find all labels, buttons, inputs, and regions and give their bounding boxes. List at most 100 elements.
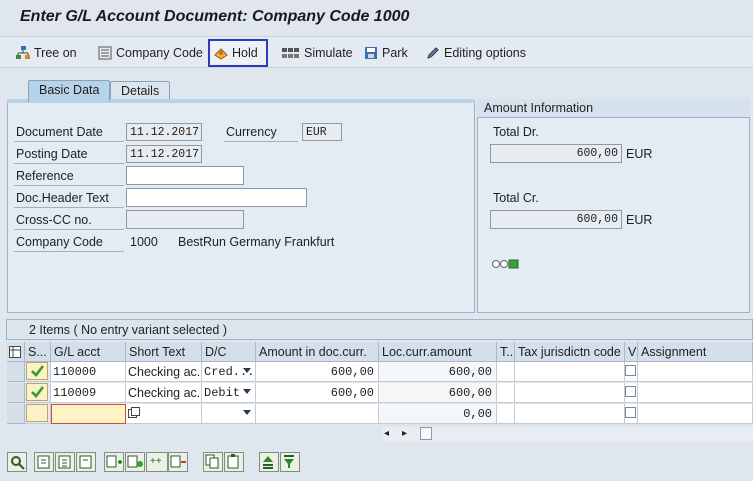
row-selector[interactable] <box>7 362 25 382</box>
v-cell <box>625 404 638 424</box>
posting-date-field[interactable]: 11.12.2017 <box>126 145 202 163</box>
checkbox[interactable] <box>625 407 636 418</box>
sort-ascending-icon[interactable] <box>259 452 279 472</box>
checkbox[interactable] <box>625 365 636 376</box>
assignment-cell[interactable] <box>638 362 753 382</box>
status-light-icon <box>492 259 522 274</box>
amount-doc-curr-cell[interactable] <box>256 404 379 424</box>
hold-icon <box>214 46 228 60</box>
tab-details[interactable]: Details <box>110 81 171 101</box>
dc-dropdown[interactable] <box>202 404 256 424</box>
amount-doc-curr-cell[interactable]: 600,00 <box>256 383 379 403</box>
column-header-tax-code[interactable]: T.. <box>497 342 515 362</box>
value-help-icon[interactable] <box>128 407 140 422</box>
column-header-amount-doc-curr[interactable]: Amount in doc.curr. <box>256 342 379 362</box>
column-header-assignment[interactable]: Assignment <box>638 342 753 362</box>
short-text-cell[interactable]: Checking ac... <box>126 362 202 382</box>
horizontal-scrollbar[interactable]: ◂ ▸ <box>382 427 753 441</box>
loc-curr-amount-cell: 0,00 <box>379 404 497 424</box>
table-row-status-cell <box>25 383 51 403</box>
tax-jurisdiction-cell[interactable] <box>515 362 625 382</box>
scroll-thumb[interactable] <box>420 427 432 440</box>
tax-code-cell[interactable] <box>497 362 515 382</box>
tax-code-cell[interactable] <box>497 404 515 424</box>
column-header-short-text[interactable]: Short Text <box>126 342 202 362</box>
checkbox[interactable] <box>625 386 636 397</box>
label-underline <box>14 207 124 208</box>
cross-cc-label: Cross-CC no. <box>16 213 92 227</box>
delete-row-icon[interactable] <box>168 452 188 472</box>
company-code-label: Company Code <box>16 235 103 249</box>
hold-button[interactable]: Hold <box>208 39 268 67</box>
insert-row-icon[interactable] <box>104 452 124 472</box>
select-all-icon[interactable] <box>34 452 54 472</box>
gl-acct-cell[interactable]: 110009 <box>51 383 126 403</box>
column-header-tax-jurisdiction[interactable]: Tax jurisdictn code <box>515 342 625 362</box>
label-underline <box>14 163 124 164</box>
reference-field[interactable] <box>126 166 244 185</box>
gl-acct-input[interactable] <box>51 404 126 424</box>
row-selector[interactable] <box>7 383 25 403</box>
cross-cc-field[interactable] <box>126 210 244 229</box>
simulate-button[interactable]: Simulate <box>278 39 357 67</box>
tree-on-button[interactable]: Tree on <box>12 39 81 67</box>
total-dr-label: Total Dr. <box>493 125 539 139</box>
copy-icon[interactable] <box>203 452 223 472</box>
amount-information-header: Amount Information <box>477 99 750 118</box>
simulate-icon <box>282 46 300 60</box>
company-code-icon <box>98 46 112 60</box>
row-selector[interactable] <box>7 404 25 424</box>
tab-basic-data[interactable]: Basic Data <box>28 80 111 102</box>
dc-dropdown[interactable]: Debit <box>202 383 256 403</box>
reference-label: Reference <box>16 169 74 183</box>
add-row-icon[interactable]: ++ <box>146 452 168 472</box>
editing-options-button[interactable]: Editing options <box>422 39 530 67</box>
application-toolbar: Tree on Company Code Hold Simulate Park … <box>0 36 753 68</box>
label-underline <box>224 141 298 142</box>
currency-field[interactable]: EUR <box>302 123 342 141</box>
dc-dropdown[interactable]: Cred... <box>202 362 256 382</box>
v-cell <box>625 362 638 382</box>
tax-jurisdiction-cell[interactable] <box>515 383 625 403</box>
filter-icon[interactable] <box>280 452 300 472</box>
park-button[interactable]: Park <box>360 39 412 67</box>
deselect-all-icon[interactable] <box>76 452 96 472</box>
scroll-left-icon[interactable]: ◂ <box>384 428 389 439</box>
short-text-cell[interactable] <box>126 404 202 424</box>
column-header-gl-acct[interactable]: G/L acct <box>51 342 126 362</box>
doc-header-text-field[interactable] <box>126 188 307 207</box>
column-header-dc[interactable]: D/C <box>202 342 256 362</box>
table-settings-icon[interactable] <box>7 342 25 362</box>
document-date-field[interactable]: 11.12.2017 <box>126 123 202 141</box>
total-dr-currency: EUR <box>626 147 653 161</box>
loc-curr-amount-cell: 600,00 <box>379 383 497 403</box>
column-header-loc-curr-amount[interactable]: Loc.curr.amount <box>379 342 497 362</box>
select-block-icon[interactable] <box>55 452 75 472</box>
amount-doc-curr-cell[interactable]: 600,00 <box>256 362 379 382</box>
assignment-cell[interactable] <box>638 404 753 424</box>
items-table-title: 2 Items ( No entry variant selected ) <box>6 319 753 340</box>
total-cr-field[interactable]: 600,00 <box>490 210 622 229</box>
total-dr-field[interactable]: 600,00 <box>490 144 622 163</box>
tax-code-cell[interactable] <box>497 383 515 403</box>
company-code-button[interactable]: Company Code <box>94 39 207 67</box>
copy-row-icon[interactable] <box>125 452 145 472</box>
tax-jurisdiction-cell[interactable] <box>515 404 625 424</box>
pencil-icon <box>426 46 440 60</box>
paste-icon[interactable] <box>224 452 244 472</box>
posting-date-label: Posting Date <box>16 147 88 161</box>
table-row-status-cell <box>25 362 51 382</box>
assignment-cell[interactable] <box>638 383 753 403</box>
gl-acct-cell[interactable]: 110000 <box>51 362 126 382</box>
short-text-cell[interactable]: Checking ac... <box>126 383 202 403</box>
column-header-status[interactable]: S... <box>25 342 51 362</box>
column-header-v[interactable]: V <box>625 342 638 362</box>
page-title: Enter G/L Account Document: Company Code… <box>20 8 410 25</box>
save-icon <box>364 46 378 60</box>
document-date-label: Document Date <box>16 125 103 139</box>
tree-icon <box>16 46 30 60</box>
label-underline <box>14 185 124 186</box>
details-icon[interactable] <box>7 452 27 472</box>
scroll-right-icon[interactable]: ▸ <box>402 428 407 439</box>
chevron-down-icon <box>243 368 251 373</box>
